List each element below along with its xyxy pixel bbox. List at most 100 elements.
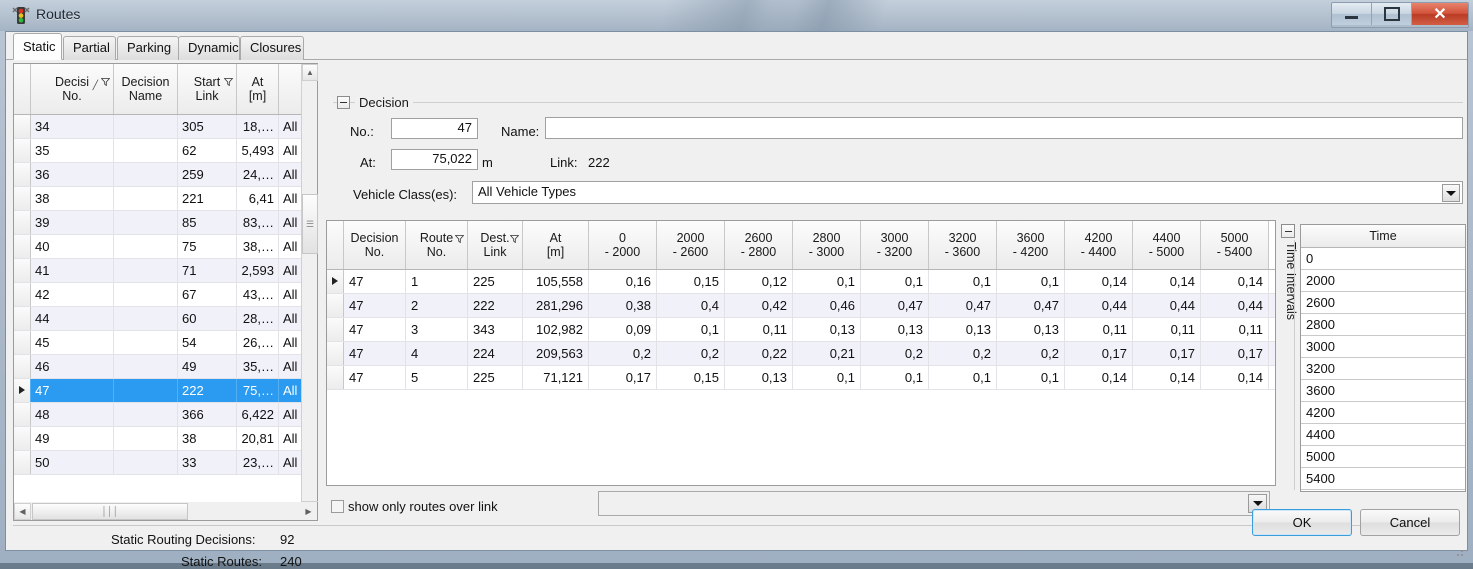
row-marker[interactable] bbox=[14, 187, 31, 210]
cell-name[interactable] bbox=[114, 355, 178, 378]
cell-r3-c8[interactable]: 0,2 bbox=[861, 342, 929, 365]
cell-r4-c10[interactable]: 0,1 bbox=[997, 366, 1065, 389]
cell-r1-c2[interactable]: 222 bbox=[468, 294, 523, 317]
table-row[interactable]: 38 221 6,41 All bbox=[14, 187, 317, 211]
cell-r1-c12[interactable]: 0,44 bbox=[1133, 294, 1201, 317]
row-marker[interactable] bbox=[14, 403, 31, 426]
cell-r0-c0[interactable]: 47 bbox=[344, 270, 406, 293]
time-column-header[interactable]: Time bbox=[1301, 225, 1465, 248]
vehicle-class-combo[interactable]: All Vehicle Types bbox=[472, 181, 1463, 204]
cell-r1-c9[interactable]: 0,47 bbox=[929, 294, 997, 317]
decisions-grid-vscrollbar[interactable]: ▲ ☰ ▼ bbox=[301, 64, 318, 518]
cell-r3-c5[interactable]: 0,2 bbox=[657, 342, 725, 365]
cell-at[interactable]: 2,593 bbox=[237, 259, 279, 282]
cell-r3-c0[interactable]: 47 bbox=[344, 342, 406, 365]
cell-r4-c8[interactable]: 0,1 bbox=[861, 366, 929, 389]
cell-no[interactable]: 34 bbox=[31, 115, 114, 138]
table-row[interactable]: 39 85 83,… All bbox=[14, 211, 317, 235]
table-row[interactable]: 47 3 343 102,982 0,09 0,1 0,11 0,13 0,13 0,13 0,13… bbox=[327, 318, 1275, 342]
cell-r0-c10[interactable]: 0,1 bbox=[997, 270, 1065, 293]
table-row[interactable]: 40 75 38,… All bbox=[14, 235, 317, 259]
scroll-right-button[interactable]: ▶ bbox=[300, 502, 317, 520]
cell-veh[interactable]: All bbox=[279, 235, 301, 258]
cell-r3-c13[interactable]: 0,17 bbox=[1201, 342, 1269, 365]
cell-no[interactable]: 38 bbox=[31, 187, 114, 210]
cell-name[interactable] bbox=[114, 187, 178, 210]
table-row[interactable]: 42 67 43,… All bbox=[14, 283, 317, 307]
cell-r3-c10[interactable]: 0,2 bbox=[997, 342, 1065, 365]
cell-veh[interactable]: All bbox=[279, 331, 301, 354]
cell-name[interactable] bbox=[114, 139, 178, 162]
chevron-down-icon[interactable] bbox=[1442, 184, 1460, 202]
list-item[interactable]: 3600 bbox=[1301, 380, 1465, 402]
cell-no[interactable]: 41 bbox=[31, 259, 114, 282]
row-marker[interactable] bbox=[14, 355, 31, 378]
cell-veh[interactable]: All bbox=[279, 307, 301, 330]
cell-veh[interactable]: All bbox=[279, 379, 301, 402]
row-marker[interactable] bbox=[14, 451, 31, 474]
decision-no-input[interactable]: 47 bbox=[391, 118, 478, 139]
cell-r1-c7[interactable]: 0,46 bbox=[793, 294, 861, 317]
cell-start_link[interactable]: 38 bbox=[178, 427, 237, 450]
cell-r4-c6[interactable]: 0,13 bbox=[725, 366, 793, 389]
cell-at[interactable]: 35,… bbox=[237, 355, 279, 378]
table-row[interactable]: 35 62 5,493 All bbox=[14, 139, 317, 163]
cell-r0-c9[interactable]: 0,1 bbox=[929, 270, 997, 293]
cell-veh[interactable]: All bbox=[279, 283, 301, 306]
show-only-routes-label[interactable]: show only routes over link bbox=[348, 499, 498, 514]
time-intervals-collapse-toggle[interactable] bbox=[1281, 224, 1295, 238]
cell-veh[interactable]: All bbox=[279, 259, 301, 282]
cell-start_link[interactable]: 54 bbox=[178, 331, 237, 354]
ok-button[interactable]: OK bbox=[1252, 509, 1352, 536]
show-only-routes-checkbox[interactable] bbox=[331, 500, 344, 513]
cell-r1-c11[interactable]: 0,44 bbox=[1065, 294, 1133, 317]
cell-r2-c1[interactable]: 3 bbox=[406, 318, 468, 341]
routes-col-header-2[interactable]: Dest. Link bbox=[468, 221, 523, 269]
tab-static[interactable]: Static bbox=[13, 33, 62, 60]
hscroll-thumb[interactable]: │││ bbox=[32, 502, 188, 520]
cell-r3-c3[interactable]: 209,563 bbox=[523, 342, 589, 365]
cell-r3-c11[interactable]: 0,17 bbox=[1065, 342, 1133, 365]
row-marker[interactable] bbox=[327, 270, 344, 293]
cell-at[interactable]: 75,… bbox=[237, 379, 279, 402]
table-row[interactable]: 44 60 28,… All bbox=[14, 307, 317, 331]
routes-col-header-8[interactable]: 3000- 3200 bbox=[861, 221, 929, 269]
cell-start_link[interactable]: 221 bbox=[178, 187, 237, 210]
cell-r0-c11[interactable]: 0,14 bbox=[1065, 270, 1133, 293]
row-marker[interactable] bbox=[14, 283, 31, 306]
cell-start_link[interactable]: 305 bbox=[178, 115, 237, 138]
close-button[interactable]: ✕ bbox=[1412, 3, 1468, 25]
row-marker[interactable] bbox=[14, 115, 31, 138]
routes-col-header-5[interactable]: 2000- 2600 bbox=[657, 221, 725, 269]
tab-dynamic[interactable]: Dynamic bbox=[178, 36, 240, 60]
decisions-grid-hscrollbar[interactable]: ◀ │││ ▶ bbox=[13, 502, 318, 521]
table-row[interactable]: 34 305 18,… All bbox=[14, 115, 317, 139]
list-item[interactable]: 3000 bbox=[1301, 336, 1465, 358]
routes-col-header-0[interactable]: Decision No. bbox=[344, 221, 406, 269]
cell-name[interactable] bbox=[114, 331, 178, 354]
tab-partial[interactable]: Partial bbox=[63, 36, 116, 60]
table-row[interactable]: 50 33 23,… All bbox=[14, 451, 317, 475]
cell-start_link[interactable]: 85 bbox=[178, 211, 237, 234]
cell-r0-c8[interactable]: 0,1 bbox=[861, 270, 929, 293]
table-row[interactable]: 48 366 6,422 All bbox=[14, 403, 317, 427]
row-marker[interactable] bbox=[14, 331, 31, 354]
routes-col-header-1[interactable]: Route No. bbox=[406, 221, 468, 269]
row-marker[interactable] bbox=[14, 163, 31, 186]
vscroll-thumb[interactable]: ☰ bbox=[302, 194, 318, 254]
table-row[interactable]: 49 38 20,81 All bbox=[14, 427, 317, 451]
col-header-vehicle-class[interactable] bbox=[279, 64, 301, 114]
col-header-at[interactable]: At [m] bbox=[237, 64, 279, 114]
cell-at[interactable]: 28,… bbox=[237, 307, 279, 330]
cell-at[interactable]: 18,… bbox=[237, 115, 279, 138]
cell-veh[interactable]: All bbox=[279, 163, 301, 186]
list-item[interactable]: 5000 bbox=[1301, 446, 1465, 468]
decision-at-input[interactable]: 75,022 bbox=[391, 149, 478, 170]
maximize-button[interactable] bbox=[1372, 3, 1412, 25]
table-row[interactable]: 47 1 225 105,558 0,16 0,15 0,12 0,1 0,1 0,1 0,1 0,1… bbox=[327, 270, 1275, 294]
cell-name[interactable] bbox=[114, 163, 178, 186]
cancel-button[interactable]: Cancel bbox=[1360, 509, 1460, 536]
cell-veh[interactable]: All bbox=[279, 139, 301, 162]
row-marker[interactable] bbox=[14, 259, 31, 282]
cell-r1-c10[interactable]: 0,47 bbox=[997, 294, 1065, 317]
